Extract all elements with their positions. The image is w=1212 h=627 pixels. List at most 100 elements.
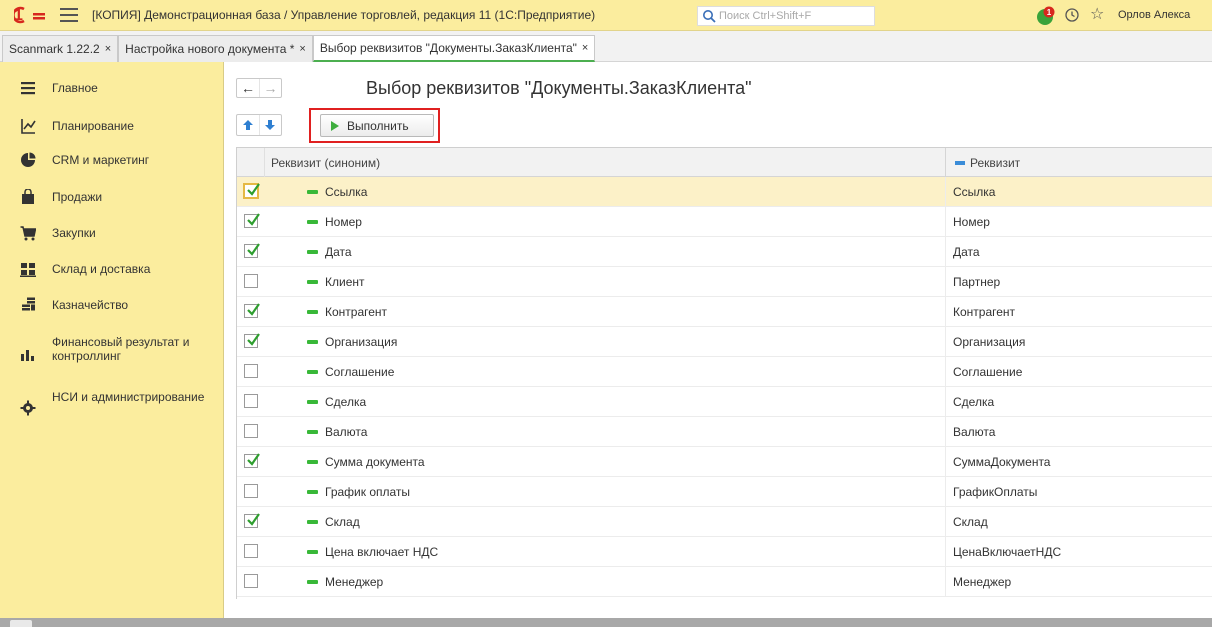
sidebar-item-label: НСИ и администрирование bbox=[52, 390, 205, 404]
treasury-coins-icon bbox=[22, 297, 35, 311]
column-header-synonym[interactable]: Реквизит (синоним) bbox=[271, 156, 380, 170]
forward-button[interactable]: → bbox=[258, 79, 281, 97]
row-checkbox[interactable] bbox=[244, 513, 260, 528]
row-synonym: Склад bbox=[325, 515, 360, 529]
row-attribute: Валюта bbox=[953, 425, 996, 439]
status-bar-button[interactable] bbox=[10, 620, 32, 627]
row-checkbox[interactable] bbox=[243, 183, 260, 199]
row-attribute: ЦенаВключаетНДС bbox=[953, 545, 1062, 559]
attribute-dash-icon bbox=[307, 460, 318, 464]
attribute-dash-icon bbox=[307, 550, 318, 554]
row-attribute: Дата bbox=[953, 245, 980, 259]
sales-bag-icon bbox=[22, 189, 34, 204]
open-windows-tabs: Scanmark 1.22.2 × Настройка нового докум… bbox=[0, 31, 1212, 62]
checkmark-icon bbox=[247, 243, 260, 256]
play-icon bbox=[331, 120, 339, 131]
checkmark-icon bbox=[247, 183, 260, 196]
admin-gear-icon bbox=[20, 400, 36, 416]
attribute-dash-icon bbox=[307, 220, 318, 224]
row-checkbox[interactable] bbox=[244, 394, 258, 408]
row-synonym: Валюта bbox=[325, 425, 368, 439]
row-checkbox[interactable] bbox=[244, 544, 258, 558]
menu-icon[interactable] bbox=[60, 8, 78, 22]
table-row[interactable]: Клиент Партнер bbox=[237, 267, 1212, 297]
status-bar bbox=[0, 618, 1212, 627]
app-title: [КОПИЯ] Демонстрационная база / Управлен… bbox=[92, 8, 596, 22]
close-icon[interactable]: × bbox=[299, 43, 305, 55]
sidebar-item-label: Казначейство bbox=[52, 298, 129, 312]
back-button[interactable]: ← bbox=[237, 79, 259, 97]
attributes-table[interactable]: Реквизит (синоним) Реквизит Ссылка Ссылка… bbox=[236, 147, 1212, 599]
table-row[interactable]: Менеджер Менеджер bbox=[237, 567, 1212, 597]
table-row[interactable]: Валюта Валюта bbox=[237, 417, 1212, 447]
execute-button[interactable]: Выполнить bbox=[320, 114, 434, 137]
attribute-dash-icon bbox=[307, 250, 318, 254]
attribute-dash-icon bbox=[307, 190, 318, 194]
table-row[interactable]: Контрагент Контрагент bbox=[237, 297, 1212, 327]
sidebar-item-label: Продажи bbox=[52, 190, 103, 204]
sidebar-item-label: Закупки bbox=[52, 226, 96, 240]
table-row[interactable]: Дата Дата bbox=[237, 237, 1212, 267]
table-row[interactable]: Сделка Сделка bbox=[237, 387, 1212, 417]
history-nav: ← → bbox=[236, 78, 282, 98]
table-row[interactable]: Соглашение Соглашение bbox=[237, 357, 1212, 387]
purchases-cart-icon bbox=[20, 226, 36, 241]
user-name[interactable]: Орлов Алекса bbox=[1118, 9, 1190, 21]
tab-select-attributes[interactable]: Выбор реквизитов "Документы.ЗаказКлиента… bbox=[312, 35, 596, 62]
move-up-button[interactable] bbox=[237, 115, 259, 135]
row-checkbox[interactable] bbox=[244, 213, 260, 228]
close-icon[interactable]: × bbox=[105, 43, 111, 55]
tab-label: Настройка нового документа * bbox=[125, 42, 295, 56]
planning-icon bbox=[21, 119, 36, 134]
attribute-dash-icon bbox=[307, 490, 318, 494]
finance-chart-icon bbox=[21, 350, 34, 361]
move-down-button[interactable] bbox=[258, 115, 281, 135]
notification-icon[interactable]: 1 bbox=[1036, 6, 1056, 26]
attribute-dash-icon bbox=[307, 370, 318, 374]
search-input[interactable] bbox=[719, 10, 869, 22]
row-checkbox[interactable] bbox=[244, 364, 258, 378]
sidebar-item-label: Склад и доставка bbox=[52, 262, 151, 276]
table-row[interactable]: Сумма документа СуммаДокумента bbox=[237, 447, 1212, 477]
attribute-dash-icon bbox=[307, 310, 318, 314]
checkmark-icon bbox=[247, 513, 260, 526]
row-checkbox[interactable] bbox=[244, 333, 260, 348]
row-synonym: Менеджер bbox=[325, 575, 384, 589]
search-icon[interactable] bbox=[702, 9, 716, 23]
row-checkbox[interactable] bbox=[244, 484, 258, 498]
column-header-label: Реквизит bbox=[970, 156, 1021, 170]
row-checkbox[interactable] bbox=[244, 303, 260, 318]
table-row[interactable]: Ссылка Ссылка bbox=[237, 177, 1212, 207]
crm-icon bbox=[21, 152, 36, 167]
history-icon[interactable] bbox=[1064, 7, 1080, 23]
row-checkbox[interactable] bbox=[244, 274, 258, 288]
search-box[interactable] bbox=[697, 6, 875, 26]
attribute-dash-icon bbox=[307, 580, 318, 584]
tab-new-document-settings[interactable]: Настройка нового документа * × bbox=[118, 35, 313, 62]
row-checkbox[interactable] bbox=[244, 453, 260, 468]
column-header-attribute[interactable]: Реквизит bbox=[955, 156, 1020, 170]
attribute-column-icon bbox=[955, 161, 965, 165]
row-synonym: Цена включает НДС bbox=[325, 545, 439, 559]
sidebar-item-label: Главное bbox=[52, 81, 98, 95]
row-synonym: Контрагент bbox=[325, 305, 388, 319]
row-checkbox[interactable] bbox=[244, 243, 260, 258]
sidebar-item-label: CRM и маркетинг bbox=[52, 153, 150, 167]
table-row[interactable]: Склад Склад bbox=[237, 507, 1212, 537]
row-checkbox[interactable] bbox=[244, 574, 258, 588]
attribute-dash-icon bbox=[307, 520, 318, 524]
checkmark-icon bbox=[247, 213, 260, 226]
close-icon[interactable]: × bbox=[582, 42, 588, 54]
row-checkbox[interactable] bbox=[244, 424, 258, 438]
table-row[interactable]: Организация Организация bbox=[237, 327, 1212, 357]
attribute-dash-icon bbox=[307, 340, 318, 344]
row-attribute: СуммаДокумента bbox=[953, 455, 1051, 469]
favorites-star-icon[interactable]: ☆ bbox=[1090, 6, 1108, 24]
table-row[interactable]: Цена включает НДС ЦенаВключаетНДС bbox=[237, 537, 1212, 567]
logo-1c-icon[interactable]: 1 bbox=[14, 5, 54, 25]
table-row[interactable]: Номер Номер bbox=[237, 207, 1212, 237]
sidebar-item-label: Планирование bbox=[52, 119, 134, 133]
table-row[interactable]: График оплаты ГрафикОплаты bbox=[237, 477, 1212, 507]
table-header: Реквизит (синоним) Реквизит bbox=[237, 148, 1212, 177]
tab-scanmark[interactable]: Scanmark 1.22.2 × bbox=[2, 35, 119, 62]
